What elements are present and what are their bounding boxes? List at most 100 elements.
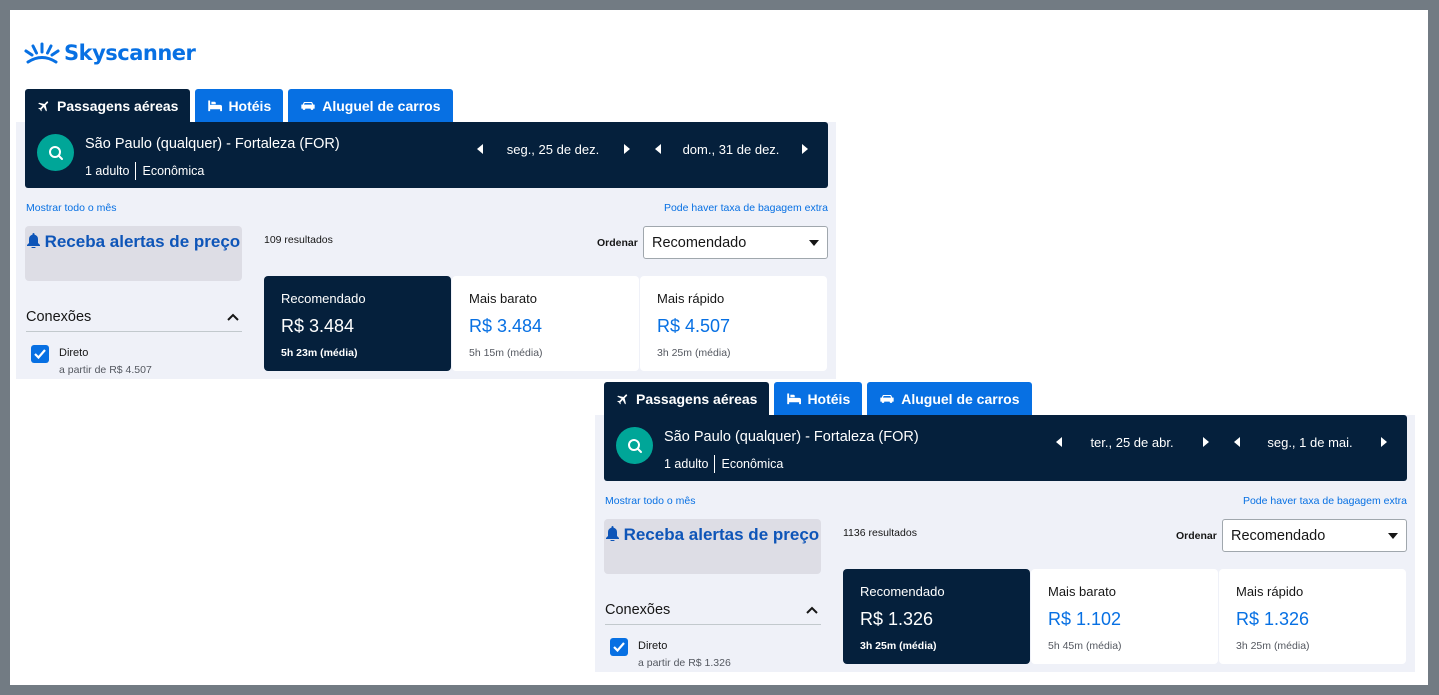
- next-return-date-button[interactable]: [1369, 432, 1397, 452]
- tab-flights[interactable]: Passagens aéreas: [25, 89, 191, 122]
- card-duration: 3h 25m (média): [1236, 640, 1310, 652]
- search-summary-bar[interactable]: São Paulo (qualquer) - Fortaleza (FOR) 1…: [604, 415, 1407, 481]
- trip-details: 1 adulto Econômica: [85, 162, 204, 180]
- sort-label: Ordenar: [1176, 530, 1217, 542]
- card-cheapest[interactable]: Mais barato R$ 3.484 5h 15m (média): [452, 276, 639, 371]
- sort-label: Ordenar: [597, 237, 638, 249]
- connections-filter-header[interactable]: Conexões: [26, 302, 242, 332]
- results-count: 109 resultados: [264, 234, 333, 246]
- sort-select[interactable]: Recomendado: [1222, 519, 1407, 552]
- card-duration: 3h 25m (média): [860, 640, 937, 652]
- tab-hotels[interactable]: Hotéis: [195, 89, 284, 122]
- skyscanner-logo[interactable]: Skyscanner: [24, 38, 196, 68]
- prev-return-date-button[interactable]: [644, 139, 672, 159]
- passengers: 1 adulto: [664, 457, 709, 471]
- direct-checkbox[interactable]: [610, 638, 628, 656]
- cabin-class: Econômica: [142, 164, 205, 178]
- card-price: R$ 1.326: [860, 609, 934, 629]
- car-icon: [880, 394, 894, 403]
- prev-return-date-button[interactable]: [1223, 432, 1251, 452]
- connections-label: Conexões: [26, 308, 92, 325]
- tab-car-rental[interactable]: Aluguel de carros: [288, 89, 453, 122]
- prev-depart-date-button[interactable]: [466, 139, 494, 159]
- route-title: São Paulo (qualquer) - Fortaleza (FOR): [85, 136, 340, 152]
- checkmark-icon: [34, 349, 46, 359]
- bed-icon: [787, 393, 802, 405]
- direct-checkbox[interactable]: [31, 345, 49, 363]
- bed-icon: [208, 100, 223, 112]
- next-depart-date-button[interactable]: [612, 139, 640, 159]
- baggage-fee-link[interactable]: Pode haver taxa de bagagem extra: [664, 202, 828, 214]
- price-alert-button[interactable]: Receba alertas de preço: [604, 519, 821, 574]
- caret-left-icon: [476, 144, 483, 154]
- plane-icon: [38, 100, 49, 111]
- card-duration: 5h 45m (média): [1048, 640, 1122, 652]
- bell-icon: [26, 233, 40, 249]
- price-alert-label: Receba alertas de preço: [44, 232, 241, 251]
- card-fastest[interactable]: Mais rápido R$ 4.507 3h 25m (média): [640, 276, 827, 371]
- card-recommended[interactable]: Recomendado R$ 1.326 3h 25m (média): [843, 569, 1030, 664]
- passengers: 1 adulto: [85, 164, 130, 178]
- tab-car-rental[interactable]: Aluguel de carros: [867, 382, 1032, 415]
- return-date[interactable]: seg., 1 de mai.: [1251, 435, 1369, 450]
- card-price: R$ 3.484: [281, 316, 355, 336]
- sunrise-logo-icon: [24, 42, 60, 64]
- card-price: R$ 1.326: [1236, 609, 1310, 629]
- tab-label: Passagens aéreas: [636, 390, 758, 407]
- card-title: Mais barato: [1048, 584, 1116, 599]
- caret-right-icon: [623, 144, 630, 154]
- tab-label: Hotéis: [228, 97, 272, 114]
- caret-right-icon: [1380, 437, 1387, 447]
- caret-right-icon: [1202, 437, 1209, 447]
- connections-label: Conexões: [605, 601, 671, 618]
- chevron-up-icon[interactable]: [224, 308, 242, 326]
- sort-select[interactable]: Recomendado: [643, 226, 828, 259]
- return-date-nav: dom., 31 de dez.: [644, 139, 818, 159]
- search-icon[interactable]: [37, 134, 74, 171]
- show-month-link[interactable]: Mostrar todo o mês: [605, 495, 695, 507]
- direct-price: a partir de R$ 4.507: [59, 364, 152, 376]
- plane-icon: [617, 393, 628, 404]
- trip-details: 1 adulto Econômica: [664, 455, 783, 473]
- next-depart-date-button[interactable]: [1191, 432, 1219, 452]
- depart-date-nav: seg., 25 de dez.: [466, 139, 640, 159]
- show-month-link[interactable]: Mostrar todo o mês: [26, 202, 116, 214]
- search-icon[interactable]: [616, 427, 653, 464]
- tab-hotels[interactable]: Hotéis: [774, 382, 863, 415]
- connections-filter-header[interactable]: Conexões: [605, 595, 821, 625]
- car-icon: [301, 101, 315, 110]
- results-count: 1136 resultados: [843, 527, 917, 539]
- card-duration: 5h 23m (média): [281, 347, 358, 359]
- sort-value: Recomendado: [1231, 527, 1326, 544]
- tab-label: Aluguel de carros: [322, 97, 441, 114]
- card-cheapest[interactable]: Mais barato R$ 1.102 5h 45m (média): [1031, 569, 1218, 664]
- divider: [714, 455, 716, 473]
- return-date[interactable]: dom., 31 de dez.: [672, 142, 790, 157]
- direct-price: a partir de R$ 1.326: [638, 657, 731, 669]
- tab-label: Hotéis: [807, 390, 851, 407]
- next-return-date-button[interactable]: [790, 139, 818, 159]
- card-price: R$ 4.507: [657, 316, 731, 336]
- tab-label: Aluguel de carros: [901, 390, 1020, 407]
- caret-left-icon: [654, 144, 661, 154]
- depart-date[interactable]: seg., 25 de dez.: [494, 142, 612, 157]
- sort-value: Recomendado: [652, 234, 747, 251]
- depart-date[interactable]: ter., 25 de abr.: [1073, 435, 1191, 450]
- checkmark-icon: [613, 642, 625, 652]
- price-alert-button[interactable]: Receba alertas de preço: [25, 226, 242, 281]
- tab-label: Passagens aéreas: [57, 97, 179, 114]
- card-fastest[interactable]: Mais rápido R$ 1.326 3h 25m (média): [1219, 569, 1406, 664]
- direct-label: Direto: [59, 347, 89, 359]
- sort-cards: Recomendado R$ 1.326 3h 25m (média) Mais…: [843, 569, 1406, 664]
- tab-flights[interactable]: Passagens aéreas: [604, 382, 770, 415]
- screenshot-frame: Skyscanner Passagens aéreas Hotéis Alugu…: [10, 10, 1428, 685]
- search-summary-bar[interactable]: São Paulo (qualquer) - Fortaleza (FOR) 1…: [25, 122, 828, 188]
- bell-icon: [605, 526, 619, 542]
- card-recommended[interactable]: Recomendado R$ 3.484 5h 23m (média): [264, 276, 451, 371]
- prev-depart-date-button[interactable]: [1045, 432, 1073, 452]
- card-title: Mais rápido: [657, 291, 725, 306]
- chevron-down-icon: [1388, 532, 1398, 539]
- baggage-fee-link[interactable]: Pode haver taxa de bagagem extra: [1243, 495, 1407, 507]
- chevron-up-icon[interactable]: [803, 601, 821, 619]
- price-alert-label: Receba alertas de preço: [623, 525, 820, 544]
